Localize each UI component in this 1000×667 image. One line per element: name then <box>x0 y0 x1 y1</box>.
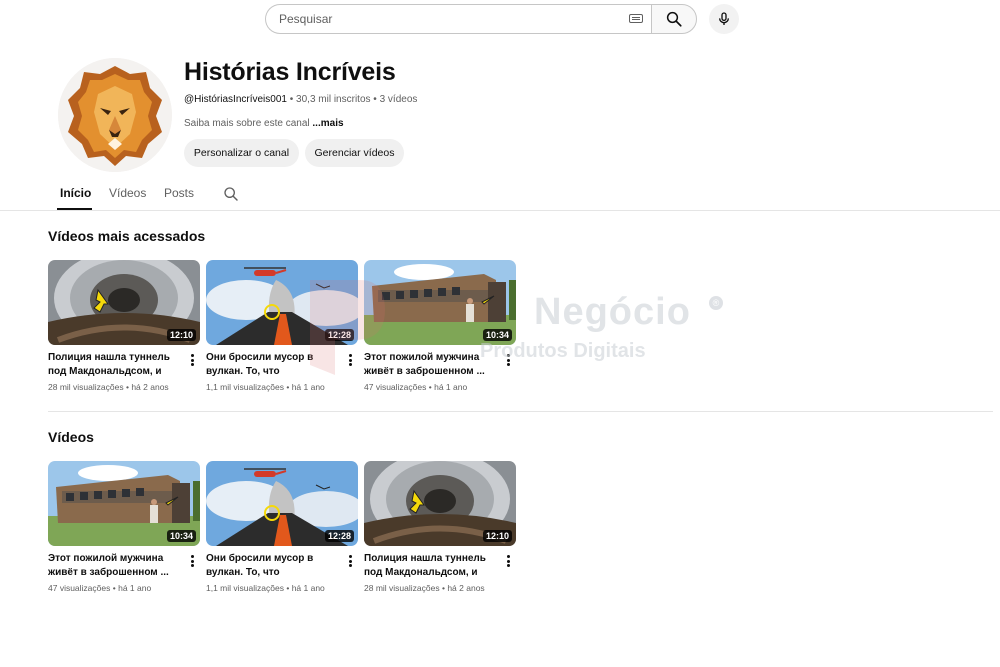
video-duration: 12:10 <box>166 329 196 341</box>
channel-handle: @HistóriasIncríveis001 <box>184 94 287 105</box>
search-box[interactable] <box>265 4 651 34</box>
video-duration: 12:28 <box>324 530 354 542</box>
watermark-logo-icon <box>310 280 385 375</box>
video-age: há 2 anos <box>447 583 485 593</box>
watermark-text: Negócio <box>534 291 691 333</box>
watermark-subtext: Produtos Digitais <box>480 340 646 362</box>
video-thumbnail[interactable]: 12:10 <box>364 461 516 546</box>
about-text: Saiba mais sobre este canal <box>184 118 310 129</box>
meta-separator: • <box>373 94 377 105</box>
video-thumbnail[interactable]: 12:28 <box>206 461 358 546</box>
video-title[interactable]: Они бросили мусор в вулкан. То, что прои… <box>206 552 340 580</box>
search-input[interactable] <box>277 11 621 27</box>
more-options-icon[interactable] <box>191 555 194 567</box>
video-views: 1,1 mil visualizações <box>206 382 284 392</box>
manage-videos-button[interactable]: Gerenciar vídeos <box>305 139 404 167</box>
video-card[interactable]: 12:10 Полиция нашла туннель под Макдональ… <box>48 260 200 392</box>
meta-separator: • <box>286 583 290 593</box>
popular-section-title: Vídeos mais acessados <box>48 228 206 244</box>
customize-channel-button[interactable]: Personalizar o canal <box>184 139 299 167</box>
channel-name: Histórias Incríveis <box>184 58 396 86</box>
meta-separator: • <box>125 382 129 392</box>
meta-separator: • <box>112 583 116 593</box>
subscriber-count: 30,3 mil inscritos <box>296 94 371 105</box>
video-views: 1,1 mil visualizações <box>206 583 284 593</box>
meta-separator: • <box>441 583 445 593</box>
search-bar <box>265 4 739 34</box>
video-age: há 1 ano <box>118 583 152 593</box>
video-meta: 47 visualizações • há 1 ano <box>364 382 516 392</box>
tab-home[interactable]: Início <box>60 186 91 200</box>
video-meta: 1,1 mil visualizações • há 1 ano <box>206 583 358 593</box>
video-views: 28 mil visualizações <box>48 382 124 392</box>
video-views: 47 visualizações <box>364 382 427 392</box>
video-age: há 2 anos <box>131 382 169 392</box>
channel-about[interactable]: Saiba mais sobre este canal ...mais <box>184 118 344 129</box>
video-card[interactable]: 12:10 Полиция нашла туннель под Макдональ… <box>364 461 516 593</box>
video-age: há 1 ano <box>291 583 325 593</box>
channel-avatar[interactable] <box>58 58 172 172</box>
meta-separator: • <box>286 382 290 392</box>
lion-logo-icon <box>58 58 172 172</box>
tab-videos[interactable]: Vídeos <box>109 186 146 200</box>
video-meta: 1,1 mil visualizações • há 1 ano <box>206 382 358 392</box>
channel-meta: @HistóriasIncríveis001 • 30,3 mil inscri… <box>184 94 417 105</box>
more-options-icon[interactable] <box>507 555 510 567</box>
video-duration: 10:34 <box>166 530 196 542</box>
channel-search-icon[interactable] <box>223 186 239 202</box>
section-divider <box>48 411 993 412</box>
video-thumbnail[interactable]: 10:34 <box>48 461 200 546</box>
video-meta: 47 visualizações • há 1 ano <box>48 583 200 593</box>
video-card[interactable]: 10:34 Этот пожилой мужчина живёт в заброш… <box>48 461 200 593</box>
about-more-link[interactable]: ...mais <box>312 118 343 129</box>
tabs-divider <box>0 210 1000 211</box>
video-title[interactable]: Полиция нашла туннель под Макдональдсом,… <box>364 552 498 580</box>
video-meta: 28 mil visualizações • há 2 anos <box>48 382 200 392</box>
watermark-registered: ® <box>709 296 723 310</box>
microphone-icon <box>719 12 729 25</box>
video-duration: 12:10 <box>482 530 512 542</box>
video-views: 47 visualizações <box>48 583 111 593</box>
more-options-icon[interactable] <box>349 555 352 567</box>
voice-search-button[interactable] <box>709 4 739 34</box>
video-title[interactable]: Этот пожилой мужчина живёт в заброшенном… <box>48 552 182 580</box>
meta-separator: • <box>428 382 432 392</box>
video-card[interactable]: 12:28 Они бросили мусор в вулкан. То, что… <box>206 461 358 593</box>
video-title[interactable]: Полиция нашла туннель под Макдональдсом,… <box>48 351 182 379</box>
meta-separator: • <box>289 94 294 105</box>
video-age: há 1 ano <box>291 382 325 392</box>
search-button[interactable] <box>651 4 697 34</box>
video-count: 3 vídeos <box>379 94 418 105</box>
video-age: há 1 ano <box>434 382 468 392</box>
video-meta: 28 mil visualizações • há 2 anos <box>364 583 516 593</box>
video-views: 28 mil visualizações <box>364 583 440 593</box>
keyboard-icon[interactable] <box>629 14 643 23</box>
more-options-icon[interactable] <box>191 354 194 366</box>
videos-section-title: Vídeos <box>48 429 94 445</box>
video-thumbnail[interactable]: 12:10 <box>48 260 200 345</box>
search-icon <box>666 11 682 27</box>
tab-posts[interactable]: Posts <box>164 186 194 200</box>
